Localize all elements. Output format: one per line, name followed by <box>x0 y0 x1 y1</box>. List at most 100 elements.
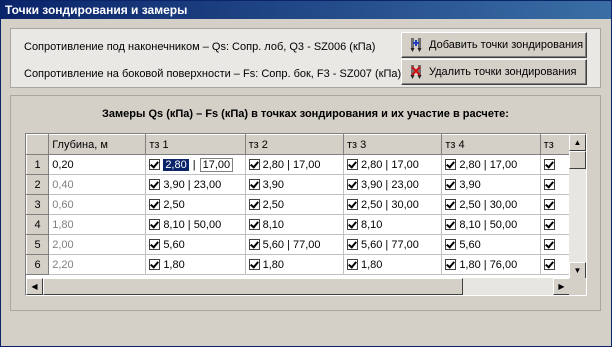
scroll-left-button[interactable]: ◀ <box>26 278 43 295</box>
include-checkbox[interactable] <box>149 158 161 170</box>
measurement-cell-editing[interactable]: 2,80 | 17,00 <box>145 154 246 175</box>
include-checkbox[interactable] <box>346 198 358 210</box>
include-checkbox[interactable] <box>248 158 260 170</box>
measurement-cell[interactable]: 8,10 <box>343 214 443 235</box>
include-checkbox[interactable] <box>346 218 358 230</box>
measurement-cell[interactable]: 5,60 <box>441 234 541 255</box>
measurement-cell[interactable]: 1,80 | 76,00 <box>441 254 541 275</box>
include-checkbox[interactable] <box>149 238 161 250</box>
measurement-cell[interactable]: 3,90 <box>245 174 344 195</box>
measurement-cell[interactable]: 3,90 <box>441 174 541 195</box>
include-checkbox[interactable] <box>445 198 457 210</box>
measurement-cell[interactable] <box>540 174 570 195</box>
include-checkbox[interactable] <box>543 258 555 270</box>
vertical-scroll-thumb[interactable] <box>569 151 586 169</box>
include-checkbox[interactable] <box>248 198 260 210</box>
row-number[interactable]: 6 <box>26 254 50 275</box>
include-checkbox[interactable] <box>445 178 457 190</box>
measurement-cell[interactable]: 1,80 <box>145 254 246 275</box>
horizontal-scroll-thumb[interactable] <box>43 278 463 295</box>
measurement-cell[interactable]: 3,90 | 23,00 <box>145 174 246 195</box>
include-checkbox[interactable] <box>346 258 358 270</box>
measurement-value: 5,60 <box>163 238 185 251</box>
depth-cell[interactable]: 2,00 <box>48 234 147 255</box>
measurement-value: 2,80 | 17,00 <box>360 158 419 171</box>
measurement-cell[interactable]: 8,10 | 50,00 <box>145 214 246 235</box>
include-checkbox[interactable] <box>149 178 161 190</box>
include-checkbox[interactable] <box>543 238 555 250</box>
measurement-value: 2,50 <box>262 198 285 211</box>
measurement-cell[interactable]: 2,80 | 17,00 <box>245 154 344 175</box>
scroll-right-button[interactable]: ▶ <box>553 278 570 295</box>
include-checkbox[interactable] <box>445 218 457 230</box>
measurement-cell[interactable]: 1,80 <box>245 254 344 275</box>
fs-edit-field[interactable]: 17,00 <box>199 157 234 172</box>
row-number[interactable]: 5 <box>26 234 50 255</box>
depth-cell[interactable]: 0,20 <box>48 154 147 175</box>
column-header-tz4[interactable]: тз 4 <box>441 134 541 155</box>
row-number[interactable]: 4 <box>26 214 50 235</box>
depth-cell[interactable]: 0,60 <box>48 194 147 215</box>
qs-edit-field[interactable]: 2,80 <box>163 158 189 171</box>
include-checkbox[interactable] <box>149 198 161 210</box>
column-header-tz3[interactable]: тз 3 <box>342 134 443 155</box>
column-header-tz1[interactable]: тз 1 <box>145 134 246 155</box>
measurement-cell[interactable]: 3,90 | 23,00 <box>343 174 443 195</box>
measurement-cell[interactable]: 2,50 <box>145 194 246 215</box>
column-header-tz2[interactable]: тз 2 <box>244 134 344 155</box>
table-row: 4 1,80 8,10 | 50,00 8,10 8,10 8,10 | 50,… <box>26 214 570 235</box>
value-separator: | <box>192 158 196 171</box>
row-number[interactable]: 1 <box>26 154 50 175</box>
scroll-down-button[interactable]: ▼ <box>569 262 586 279</box>
include-checkbox[interactable] <box>543 218 555 230</box>
measurement-cell[interactable]: 2,80 | 17,00 <box>343 154 443 175</box>
measurement-value: 1,80 <box>163 258 185 271</box>
measurement-value: 1,80 | 76,00 <box>459 258 518 271</box>
measurement-cell[interactable]: 1,80 <box>343 254 443 275</box>
include-checkbox[interactable] <box>248 178 260 190</box>
row-number[interactable]: 2 <box>26 174 50 195</box>
measurement-cell[interactable]: 2,50 <box>245 194 344 215</box>
measurement-cell[interactable]: 5,60 | 77,00 <box>245 234 344 255</box>
measurements-grid[interactable]: Глубина, м тз 1 тз 2 тз 3 тз 4 тз 1 0,20… <box>25 133 587 296</box>
depth-cell[interactable]: 1,80 <box>48 214 147 235</box>
measurement-cell[interactable]: 8,10 | 50,00 <box>441 214 541 235</box>
measurements-table: Глубина, м тз 1 тз 2 тз 3 тз 4 тз 1 0,20… <box>26 134 570 275</box>
include-checkbox[interactable] <box>346 178 358 190</box>
measurement-cell[interactable] <box>540 194 570 215</box>
include-checkbox[interactable] <box>248 218 260 230</box>
vertical-scrollbar[interactable]: ▲ ▼ <box>569 134 586 279</box>
measurement-cell[interactable]: 2,50 | 30,00 <box>343 194 443 215</box>
measurement-cell[interactable] <box>540 214 570 235</box>
include-checkbox[interactable] <box>445 238 457 250</box>
measurement-cell[interactable]: 2,80 | 17,00 <box>441 154 541 175</box>
include-checkbox[interactable] <box>248 238 260 250</box>
remove-points-button[interactable]: Удалить точки зондирования <box>401 59 587 85</box>
include-checkbox[interactable] <box>543 178 555 190</box>
depth-cell[interactable]: 0,40 <box>48 174 147 195</box>
measurement-cell[interactable]: 5,60 <box>145 234 246 255</box>
measurement-cell[interactable]: 2,50 | 30,00 <box>441 194 541 215</box>
scroll-up-button[interactable]: ▲ <box>569 134 586 151</box>
horizontal-scrollbar[interactable]: ◀ ▶ <box>26 278 570 295</box>
measurement-cell[interactable]: 8,10 <box>245 214 344 235</box>
include-checkbox[interactable] <box>346 238 358 250</box>
depth-cell[interactable]: 2,20 <box>48 254 147 275</box>
column-header-depth[interactable]: Глубина, м <box>48 134 147 155</box>
include-checkbox[interactable] <box>445 158 457 170</box>
add-points-button[interactable]: Добавить точки зондирования <box>401 32 587 58</box>
row-number[interactable]: 3 <box>26 194 50 215</box>
include-checkbox[interactable] <box>149 258 161 270</box>
include-checkbox[interactable] <box>543 158 555 170</box>
measurement-cell[interactable] <box>540 254 570 275</box>
include-checkbox[interactable] <box>346 158 358 170</box>
measurement-value: 1,80 <box>360 258 383 271</box>
column-header-tz5[interactable]: тз <box>539 134 570 155</box>
measurement-cell[interactable]: 5,60 | 77,00 <box>343 234 443 255</box>
include-checkbox[interactable] <box>543 198 555 210</box>
include-checkbox[interactable] <box>445 258 457 270</box>
include-checkbox[interactable] <box>248 258 260 270</box>
include-checkbox[interactable] <box>149 218 161 230</box>
measurement-cell[interactable] <box>540 234 570 255</box>
measurement-cell[interactable] <box>540 154 570 175</box>
